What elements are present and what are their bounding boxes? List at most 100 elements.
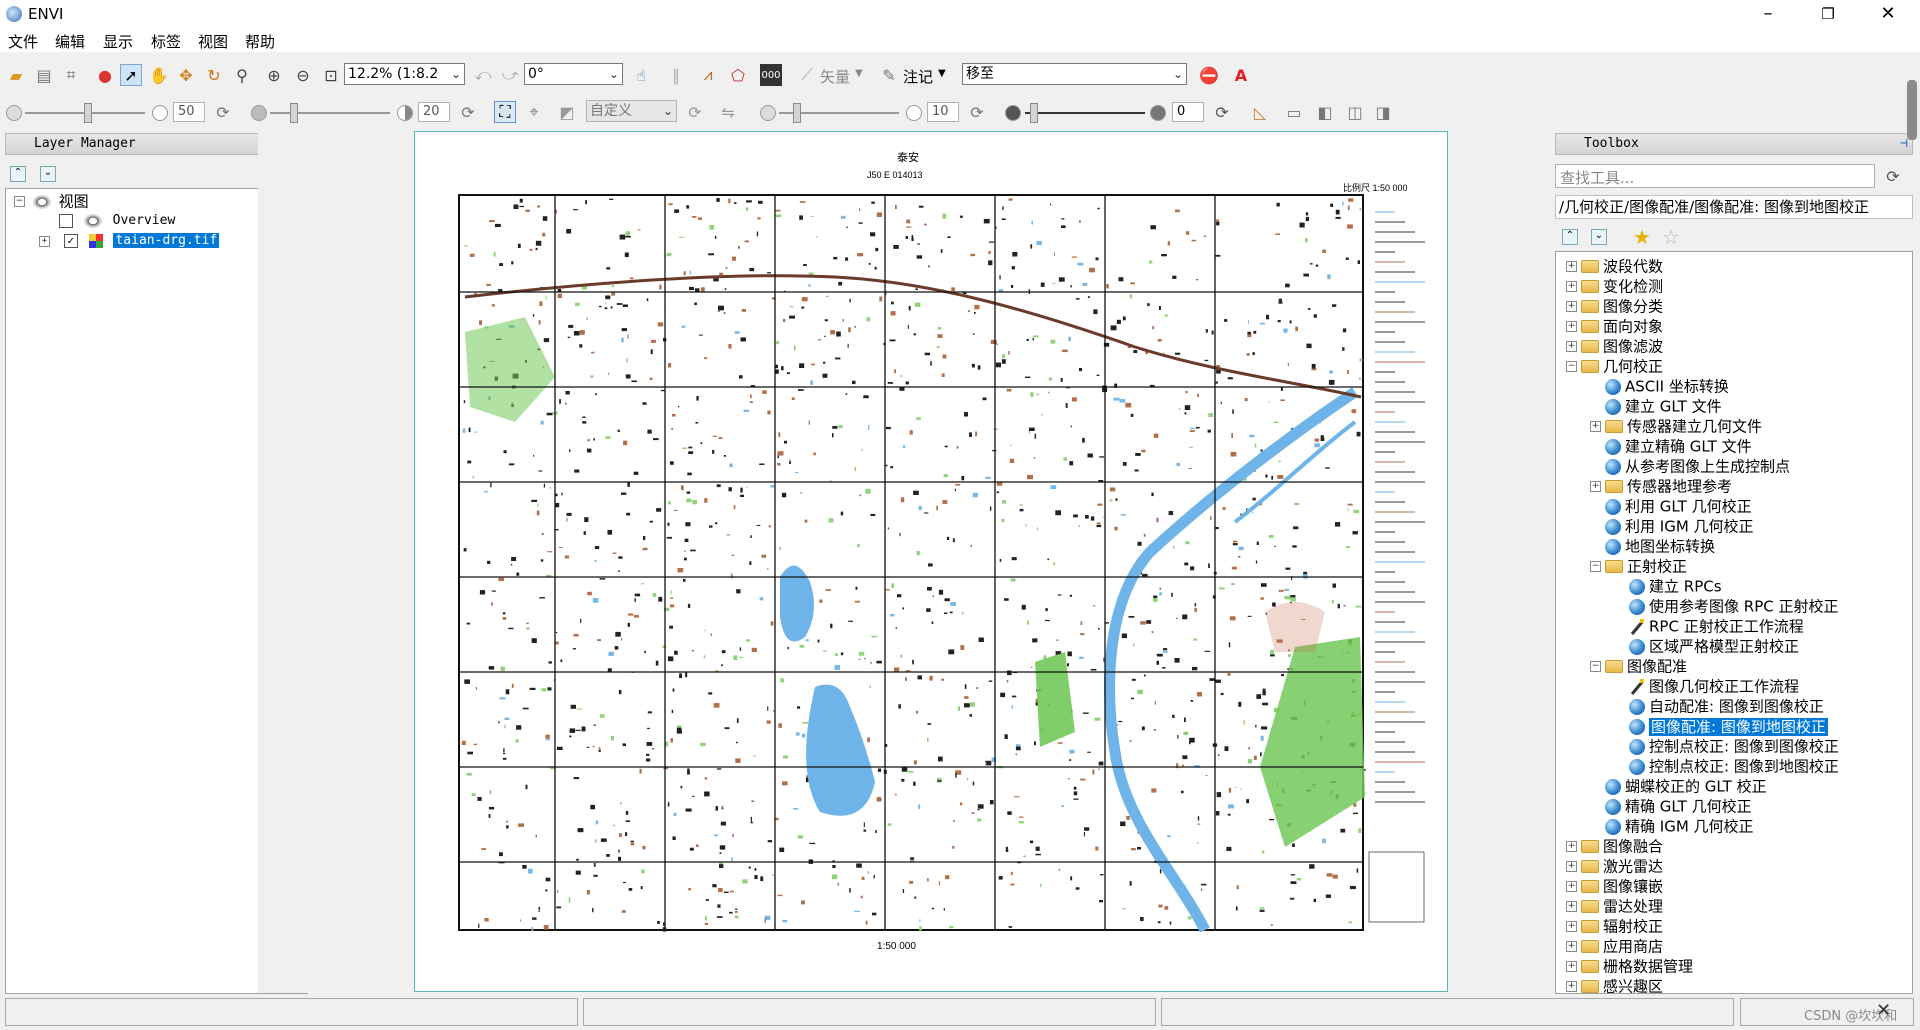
toolbox-folder[interactable]: + 辐射校正 (1566, 916, 1663, 936)
toolbox-tool[interactable]: 精确 IGM 几何校正 (1590, 816, 1754, 836)
maximize-button[interactable]: ❐ (1800, 0, 1856, 28)
toolbox-tool[interactable]: 精确 GLT 几何校正 (1590, 796, 1752, 816)
zoom-combo[interactable]: 12.2% (1:8.2 ⌄ (344, 63, 465, 85)
expand-toggle-icon[interactable]: + (1566, 961, 1577, 972)
zoom-fit-icon[interactable]: ⊡ (320, 64, 342, 86)
toolbox-folder[interactable]: + 激光雷达 (1566, 856, 1663, 876)
expand-all-icon[interactable]: ⌄ (40, 166, 56, 182)
envi-logo-icon[interactable]: A (1230, 64, 1252, 86)
toolbox-tool[interactable]: 控制点校正: 图像到地图校正 (1614, 756, 1839, 776)
expand-toggle-icon[interactable]: + (1566, 861, 1577, 872)
data-manager-icon[interactable]: ▤ (33, 64, 55, 86)
expand-toggle-icon[interactable]: + (1566, 841, 1577, 852)
expand-toggle-icon[interactable]: + (1566, 281, 1577, 292)
toolbox-tool[interactable]: 使用参考图像 RPC 正射校正 (1614, 596, 1838, 616)
goto-combo[interactable]: 移至 ⌄ (962, 63, 1187, 85)
raster-layer-checkbox[interactable]: ✓ (63, 234, 78, 248)
overview-checkbox[interactable] (59, 214, 73, 228)
sharpen-slider-thumb[interactable] (793, 103, 801, 123)
toolbox-folder[interactable]: + 传感器建立几何文件 (1590, 416, 1762, 436)
collapse-toggle-icon[interactable]: − (14, 196, 25, 207)
zoom-icon[interactable]: ⚲ (231, 64, 253, 86)
toolbox-folder[interactable]: + 波段代数 (1566, 256, 1663, 276)
transparency-value[interactable]: 0 (1172, 102, 1204, 122)
stretch-full-icon[interactable]: ⛶ (494, 101, 516, 123)
toolbox-folder[interactable]: + 传感器地理参考 (1590, 476, 1732, 496)
expand-toggle-icon[interactable]: + (1566, 301, 1577, 312)
menu-help[interactable]: 帮助 (245, 31, 275, 52)
expand-toggle-icon[interactable]: + (1566, 341, 1577, 352)
tree-node-overview[interactable]: Overview (59, 211, 175, 231)
menu-display[interactable]: 显示 (103, 31, 133, 52)
toolbox-tool[interactable]: 蝴蝶校正的 GLT 校正 (1590, 776, 1767, 796)
toolbox-tool[interactable]: 地图坐标转换 (1590, 536, 1715, 556)
toolbox-tool[interactable]: 利用 IGM 几何校正 (1590, 516, 1754, 536)
toolbox-folder[interactable]: + 应用商店 (1566, 936, 1663, 956)
vector-icon[interactable]: ⟋ (796, 64, 818, 86)
tree-node-raster-layer[interactable]: + ✓ taian-drg.tif (39, 231, 220, 251)
crosshair-icon[interactable]: ☝ (630, 64, 652, 86)
view-swipe-icon[interactable]: ◨ (1372, 101, 1394, 123)
menu-label[interactable]: 标签 (151, 31, 181, 52)
zoom-in-icon[interactable]: ⊕ (263, 64, 285, 86)
close-button[interactable]: ✕ (1860, 0, 1916, 28)
contrast-reset-icon[interactable]: ⟳ (457, 101, 479, 123)
favorites-star-icon[interactable]: ★ (1633, 225, 1651, 249)
brightness-reset-icon[interactable]: ⟳ (212, 101, 234, 123)
expand-toggle-icon[interactable]: + (1590, 421, 1601, 432)
toolbox-search-box[interactable]: 查找工具... (1555, 164, 1875, 188)
expand-all-icon[interactable]: ⌄ (1591, 229, 1607, 245)
toolbox-folder[interactable]: + 面向对象 (1566, 316, 1663, 336)
toolbox-tool[interactable]: 建立精确 GLT 文件 (1590, 436, 1752, 456)
contrast-value[interactable]: 20 (418, 102, 450, 122)
contrast-slider-thumb[interactable] (290, 103, 298, 123)
expand-toggle-icon[interactable]: + (1566, 881, 1577, 892)
sharpen-value[interactable]: 10 (927, 102, 959, 122)
view-single-icon[interactable]: ▭ (1283, 101, 1305, 123)
transparency-slider[interactable] (1025, 112, 1145, 114)
tree-node-view[interactable]: − 视图 (14, 191, 89, 211)
add-favorite-star-icon[interactable]: ☆ (1662, 225, 1680, 249)
envi-modeler-icon[interactable]: ⛔ (1198, 64, 1220, 86)
crop-icon[interactable]: ⌗ (60, 64, 82, 86)
rotate-right-icon[interactable]: ⤻ (499, 64, 521, 86)
expand-toggle-icon[interactable]: + (1566, 921, 1577, 932)
menu-edit[interactable]: 编辑 (55, 31, 85, 52)
cursor-value-icon[interactable]: ● (94, 64, 116, 86)
collapse-toggle-icon[interactable]: − (1590, 561, 1601, 572)
toolbox-folder[interactable]: − 图像配准 (1590, 656, 1687, 676)
rotate-left-icon[interactable]: ⤺ (472, 64, 494, 86)
window-scrollbar-thumb[interactable] (1907, 80, 1917, 140)
toolbox-tool[interactable]: ASCII 坐标转换 (1590, 376, 1729, 396)
toolbox-folder[interactable]: + 图像滤波 (1566, 336, 1663, 356)
stretch-view-icon[interactable]: ⌖ (523, 101, 545, 123)
transparency-reset-icon[interactable]: ⟳ (1211, 101, 1233, 123)
rotate-icon[interactable]: ↻ (203, 64, 225, 86)
toolbox-tool[interactable]: 建立 GLT 文件 (1590, 396, 1722, 416)
vector-menu[interactable]: 矢量 (820, 66, 850, 87)
annotation-menu[interactable]: 注记 (903, 66, 933, 87)
toolbox-tool[interactable]: 控制点校正: 图像到图像校正 (1614, 736, 1839, 756)
collapse-toggle-icon[interactable]: − (1590, 661, 1601, 672)
menu-view[interactable]: 视图 (198, 31, 228, 52)
toolbox-folder[interactable]: − 正射校正 (1590, 556, 1687, 576)
pan-hand-icon[interactable]: ✋ (148, 64, 170, 86)
collapse-toggle-icon[interactable]: − (1566, 361, 1577, 372)
toolbox-tool[interactable]: 图像配准: 图像到地图校正 (1614, 716, 1828, 736)
toolbox-tool[interactable]: 从参考图像上生成控制点 (1590, 456, 1790, 476)
expand-toggle-icon[interactable]: + (1590, 481, 1601, 492)
toolbox-folder[interactable]: + 栅格数据管理 (1566, 956, 1693, 976)
expand-toggle-icon[interactable]: + (1566, 261, 1577, 272)
toolbox-tool[interactable]: 图像几何校正工作流程 (1614, 676, 1799, 696)
toolbox-folder[interactable]: − 几何校正 (1566, 356, 1663, 376)
brightness-slider-thumb[interactable] (84, 103, 92, 123)
toolbox-folder[interactable]: + 变化检测 (1566, 276, 1663, 296)
toolbox-tool[interactable]: 区域严格模型正射校正 (1614, 636, 1799, 656)
stretch-combo[interactable]: 自定义 ⌄ (586, 100, 677, 122)
histogram-icon[interactable]: ⇋ (717, 101, 739, 123)
contrast-slider[interactable] (270, 112, 390, 114)
expand-toggle-icon[interactable]: + (39, 235, 50, 247)
expand-toggle-icon[interactable]: + (1566, 981, 1577, 992)
toolbox-folder[interactable]: + 感兴趣区 (1566, 976, 1663, 993)
vector-dropdown-icon[interactable]: ▼ (855, 68, 863, 79)
